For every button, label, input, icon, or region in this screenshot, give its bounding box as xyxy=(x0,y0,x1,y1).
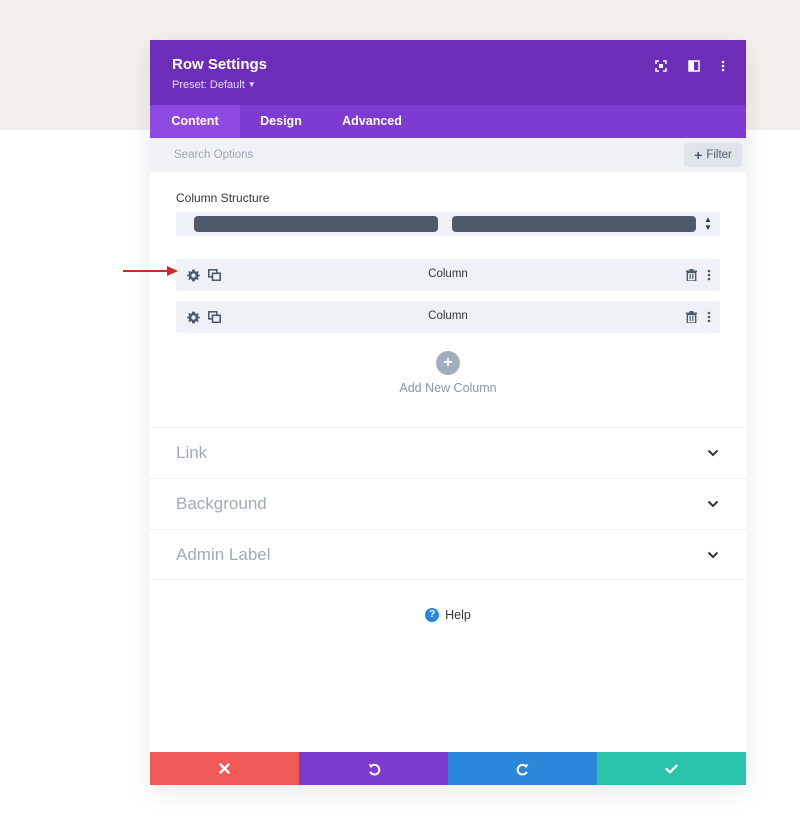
section-label: Background xyxy=(176,494,267,513)
close-icon xyxy=(219,763,230,774)
duplicate-icon[interactable] xyxy=(206,309,222,325)
plus-icon: + xyxy=(694,147,703,163)
section-link[interactable]: Link xyxy=(150,427,746,478)
trash-icon[interactable] xyxy=(683,267,699,283)
split-view-icon-glyph xyxy=(688,60,700,72)
add-new-column-button[interactable]: Add New Column xyxy=(150,381,746,395)
redo-icon xyxy=(516,763,528,775)
preset-selector[interactable]: Preset: Default ▼ xyxy=(172,79,256,91)
fullscreen-icon-glyph xyxy=(655,60,667,72)
section-label: Link xyxy=(176,443,208,462)
duplicate-icon-glyph xyxy=(207,311,221,323)
help-icon: ? xyxy=(425,608,440,622)
column-structure-bar xyxy=(452,216,696,232)
tab-advanced[interactable]: Advanced xyxy=(322,105,422,138)
column-item[interactable]: Column xyxy=(176,301,720,333)
column-label: Column xyxy=(428,310,468,322)
column-item[interactable]: Column xyxy=(176,259,720,291)
modal-title: Row Settings xyxy=(172,56,268,73)
chevron-down-icon xyxy=(707,551,719,559)
gear-icon[interactable] xyxy=(185,267,201,283)
tab-design[interactable]: Design xyxy=(240,105,322,138)
more-options-icon-glyph xyxy=(707,269,711,281)
more-options-icon[interactable] xyxy=(713,56,733,76)
section-label: Admin Label xyxy=(176,545,271,564)
redo-button[interactable] xyxy=(448,752,597,785)
search-bar: + Filter xyxy=(150,138,746,172)
undo-button[interactable] xyxy=(299,752,448,785)
gear-icon-glyph xyxy=(186,269,200,281)
column-structure-bar xyxy=(194,216,438,232)
check-icon xyxy=(665,764,678,773)
discard-button[interactable] xyxy=(150,752,299,785)
filter-label: Filter xyxy=(706,149,732,161)
help-label: Help xyxy=(445,608,471,622)
search-input[interactable] xyxy=(174,145,594,165)
preset-label: Preset: Default xyxy=(172,79,245,91)
duplicate-icon[interactable] xyxy=(206,267,222,283)
save-button[interactable] xyxy=(597,752,746,785)
filter-button[interactable]: + Filter xyxy=(684,143,742,167)
footer-actions xyxy=(150,752,746,785)
chevron-down-icon xyxy=(707,449,719,457)
modal-header: Row Settings Preset: Default ▼ xyxy=(150,40,746,105)
column-structure-select[interactable]: ▲ ▼ xyxy=(176,212,720,236)
chevron-down-icon xyxy=(707,500,719,508)
select-arrows-icon: ▲ ▼ xyxy=(704,215,712,232)
undo-icon xyxy=(368,763,380,775)
split-view-icon[interactable] xyxy=(684,56,704,76)
fullscreen-icon[interactable] xyxy=(651,56,671,76)
add-column-icon[interactable]: + xyxy=(436,351,460,375)
more-options-icon[interactable] xyxy=(701,267,717,283)
tab-bar: Content Design Advanced xyxy=(150,105,746,138)
row-settings-modal: Row Settings Preset: Default ▼ Content De… xyxy=(150,40,746,785)
column-label: Column xyxy=(428,268,468,280)
more-options-icon-glyph xyxy=(707,311,711,323)
section-background[interactable]: Background xyxy=(150,478,746,529)
duplicate-icon-glyph xyxy=(207,269,221,281)
trash-icon-glyph xyxy=(685,311,697,323)
column-structure-label: Column Structure xyxy=(176,191,270,205)
annotation-arrow-icon xyxy=(123,266,178,276)
preset-caret-icon: ▼ xyxy=(247,80,256,89)
section-admin-label[interactable]: Admin Label xyxy=(150,529,746,580)
more-options-icon[interactable] xyxy=(701,309,717,325)
trash-icon-glyph xyxy=(685,269,697,281)
gear-icon[interactable] xyxy=(185,309,201,325)
help-link[interactable]: ? Help xyxy=(150,608,746,622)
tab-content[interactable]: Content xyxy=(150,105,240,138)
gear-icon-glyph xyxy=(186,311,200,323)
trash-icon[interactable] xyxy=(683,309,699,325)
more-options-icon-glyph xyxy=(721,60,725,72)
